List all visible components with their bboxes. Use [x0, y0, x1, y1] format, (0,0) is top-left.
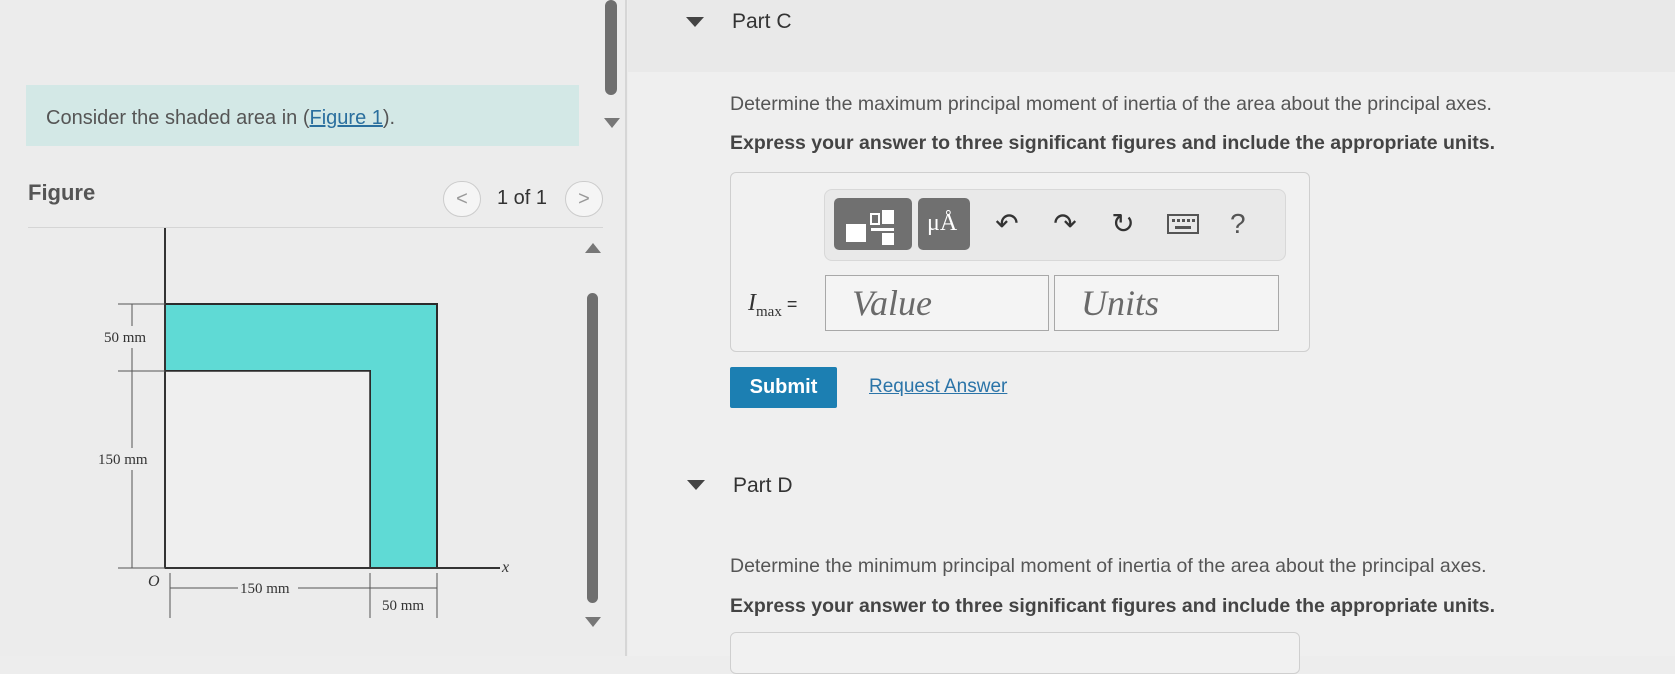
dim-label-150-bottom: 150 mm [240, 581, 290, 597]
part-d-answer-box [730, 632, 1300, 674]
figure-diagram: 50 mm 150 mm 150 mm 50 mm O x [96, 228, 509, 618]
part-d-question: Determine the minimum principal moment o… [730, 555, 1487, 577]
part-c-question: Determine the maximum principal moment o… [730, 93, 1492, 115]
templates-button[interactable] [834, 198, 912, 250]
submit-button[interactable]: Submit [730, 367, 837, 408]
page-scroll-down-arrow[interactable] [604, 118, 620, 128]
figure-prev-button[interactable]: < [443, 181, 481, 217]
help-icon[interactable]: ? [1230, 208, 1246, 240]
part-c-title[interactable]: Part C [732, 10, 792, 34]
value-input[interactable] [825, 275, 1049, 331]
page-scrollbar-thumb[interactable] [605, 0, 617, 95]
part-d-collapse-icon[interactable] [687, 480, 705, 490]
keyboard-icon[interactable] [1166, 206, 1200, 242]
units-input[interactable] [1054, 275, 1279, 331]
dim-label-50-top: 50 mm [104, 330, 146, 346]
unshaded-region [164, 370, 371, 569]
templates-icon [846, 210, 894, 245]
figure-page-count: 1 of 1 [497, 187, 548, 209]
part-c-collapse-icon[interactable] [686, 17, 704, 27]
figure-title: Figure [28, 180, 96, 205]
part-d-instruction: Express your answer to three significant… [730, 595, 1495, 617]
intro-text: Consider the shaded area in (Figure 1). [46, 107, 395, 130]
redo-icon[interactable]: ↷ [1048, 206, 1082, 242]
undo-icon[interactable]: ↶ [990, 206, 1024, 242]
intro-suffix: ). [382, 107, 396, 129]
reset-icon[interactable]: ↻ [1106, 206, 1140, 242]
pane-divider[interactable] [625, 0, 627, 656]
answer-label-eq: = [781, 294, 798, 314]
units-button[interactable]: μÅ [918, 198, 970, 250]
answer-label: Imax = [748, 290, 797, 321]
figure-link[interactable]: Figure 1 [310, 107, 383, 129]
figure-scroll-up-arrow[interactable] [585, 243, 601, 253]
origin-label: O [148, 573, 160, 590]
answer-label-main: I [748, 290, 756, 316]
intro-prefix: Consider the shaded area in ( [46, 107, 310, 129]
part-d-title[interactable]: Part D [733, 474, 793, 498]
figure-scrollbar-thumb[interactable] [587, 293, 598, 603]
dim-label-150-left: 150 mm [98, 452, 148, 468]
dim-label-50-bottom: 50 mm [382, 598, 424, 614]
problem-pane: Consider the shaded area in (Figure 1). … [0, 0, 628, 656]
intro-box: Consider the shaded area in (Figure 1). [26, 85, 579, 146]
request-answer-link[interactable]: Request Answer [869, 376, 1007, 398]
x-axis-label: x [501, 559, 509, 576]
part-c-instruction: Express your answer to three significant… [730, 132, 1495, 154]
units-icon: μÅ [927, 210, 958, 236]
figure-scroll-down-arrow[interactable] [585, 617, 601, 627]
figure-next-button[interactable]: > [565, 181, 603, 217]
answer-label-sub: max [756, 303, 782, 320]
